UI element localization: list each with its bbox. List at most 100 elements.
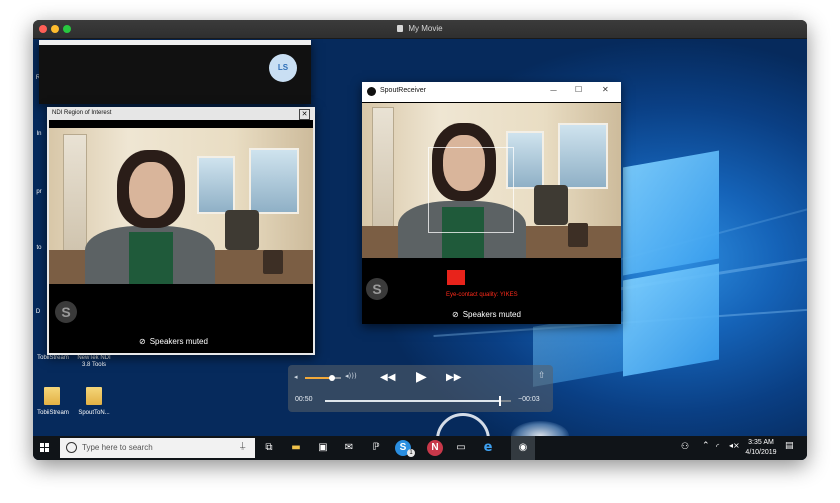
microphone-icon[interactable]: ⍊ bbox=[240, 441, 245, 451]
rewind-button[interactable]: ◀◀ bbox=[380, 372, 395, 383]
progress-bar-fill bbox=[325, 400, 500, 402]
spout-webcam-feed bbox=[362, 103, 621, 258]
windows-desktop: R In pr to D TobiiStream NewTek NDI 3.8 … bbox=[33, 39, 807, 460]
media-player-controls: ◂ ◂))) ◀◀ ▶ ▶▶ ⇧ 00:50 −00:03 bbox=[288, 365, 553, 412]
spout-taskbar-icon[interactable]: ◉ bbox=[511, 436, 535, 460]
mac-window: My Movie R In pr to D TobiiStream NewTek… bbox=[33, 20, 807, 460]
region-of-interest-box bbox=[428, 147, 514, 233]
fast-forward-button[interactable]: ▶▶ bbox=[446, 372, 461, 383]
cam-window bbox=[197, 156, 235, 214]
volume-muted-icon[interactable]: ◂× bbox=[729, 441, 740, 450]
tray-chevron-up-icon[interactable]: ⌃ bbox=[702, 441, 710, 451]
spout-receiver-window: SpoutReceiver — ☐ ✕ Eye-contact quality:… bbox=[362, 82, 621, 324]
pen-app-icon[interactable]: ℙ bbox=[368, 440, 384, 456]
taskbar-search-box[interactable]: Type here to search ⍊ bbox=[60, 438, 255, 458]
windows-logo-pane bbox=[623, 150, 719, 276]
ndi-window-close-button[interactable]: ✕ bbox=[299, 109, 310, 120]
speaker-muted-icon: ⊘ bbox=[452, 310, 459, 319]
spout-minimize-button[interactable]: — bbox=[550, 86, 557, 94]
cam-window bbox=[558, 123, 608, 189]
window-title: My Movie bbox=[33, 20, 807, 38]
folder-icon bbox=[86, 387, 102, 405]
desktop-icon-spouttondi[interactable]: SpoutToN... bbox=[73, 385, 115, 425]
speakers-status-text: Speakers muted bbox=[462, 310, 521, 319]
mac-titlebar: My Movie bbox=[33, 20, 807, 39]
avatar[interactable]: LS bbox=[269, 54, 297, 82]
network-icon[interactable]: ◜ bbox=[716, 442, 719, 451]
start-button[interactable] bbox=[40, 443, 50, 453]
start-icon bbox=[45, 448, 49, 452]
eye-contact-quality-text: Eye-contact quality: YIKES bbox=[446, 292, 518, 298]
ndi-window-titlebar: NDI Region of Interest ✕ bbox=[49, 109, 313, 120]
spout-close-button[interactable]: ✕ bbox=[602, 85, 609, 94]
document-icon bbox=[397, 25, 404, 32]
search-placeholder: Type here to search bbox=[82, 443, 153, 452]
volume-slider[interactable] bbox=[305, 375, 341, 381]
edge-browser-icon[interactable]: e bbox=[480, 440, 496, 456]
remaining-time: −00:03 bbox=[518, 396, 540, 403]
speakers-status-text: Speakers muted bbox=[149, 337, 208, 346]
folder-icon bbox=[44, 387, 60, 405]
desktop-icon-label: D bbox=[35, 309, 41, 315]
progress-scrubber[interactable] bbox=[498, 396, 501, 406]
skype-logo-icon: S bbox=[366, 278, 388, 300]
progress-bar[interactable] bbox=[325, 396, 511, 406]
window-title-text: My Movie bbox=[408, 24, 443, 33]
cam-window bbox=[249, 148, 299, 214]
ndi-taskbar-icon[interactable]: N bbox=[427, 440, 443, 456]
skype-window: LS bbox=[39, 40, 311, 104]
skype-window-titlebar bbox=[39, 40, 311, 45]
task-view-icon[interactable]: ⧉ bbox=[261, 440, 277, 456]
volume-low-icon: ◂ bbox=[294, 373, 298, 381]
cam-chair bbox=[225, 210, 259, 250]
search-icon bbox=[66, 442, 77, 453]
skype-logo-icon: S bbox=[55, 301, 77, 323]
action-center-icon[interactable]: ▤ bbox=[785, 441, 794, 451]
desktop-icon-label: to bbox=[36, 245, 42, 251]
start-icon bbox=[40, 448, 44, 452]
desktop-icon-label: pr bbox=[36, 189, 42, 195]
taskbar: Type here to search ⍊ ⧉ ▬ ▣ ✉ ℙ S 1 N ▭ … bbox=[33, 436, 807, 460]
elapsed-time: 00:50 bbox=[295, 396, 313, 403]
spout-speakers-status: ⊘ Speakers muted bbox=[452, 310, 521, 319]
ndi-webcam-feed bbox=[49, 128, 313, 284]
mail-icon[interactable]: ✉ bbox=[341, 440, 357, 456]
share-icon[interactable]: ⇧ bbox=[538, 371, 546, 381]
clock-time: 3:35 AM bbox=[748, 439, 774, 446]
cam-chair bbox=[534, 185, 568, 225]
store-icon[interactable]: ▣ bbox=[315, 440, 331, 456]
people-icon[interactable]: ⚇ bbox=[681, 442, 689, 452]
cam-shirt bbox=[129, 232, 173, 284]
cam-face bbox=[129, 162, 173, 218]
desktop-icon-label: TobiiStream bbox=[37, 410, 69, 416]
spout-app-icon bbox=[367, 87, 376, 96]
cam-door bbox=[63, 134, 87, 256]
ndi-window-title: NDI Region of Interest bbox=[52, 110, 112, 116]
desktop-icon-label: In bbox=[36, 131, 42, 137]
start-icon bbox=[40, 443, 44, 447]
cam-mug bbox=[568, 223, 588, 247]
ndi-speakers-status: ⊘ Speakers muted bbox=[139, 337, 208, 346]
taskbar-clock[interactable]: 3:35 AM 4/10/2019 bbox=[743, 438, 779, 458]
windows-logo-pane bbox=[623, 263, 719, 377]
volume-slider-fill bbox=[305, 377, 332, 379]
spout-window-title: SpoutReceiver bbox=[380, 87, 426, 94]
desktop-icon-tobiistream-folder[interactable]: TobiiStream bbox=[33, 385, 73, 425]
clock-date: 4/10/2019 bbox=[745, 449, 777, 456]
spout-window-titlebar: SpoutReceiver — ☐ ✕ bbox=[362, 82, 621, 102]
volume-slider-knob[interactable] bbox=[329, 375, 335, 381]
ndi-region-window: NDI Region of Interest ✕ S ⊘ Speakers mut… bbox=[47, 107, 315, 355]
spout-maximize-button[interactable]: ☐ bbox=[575, 85, 582, 94]
speaker-muted-icon: ⊘ bbox=[139, 337, 146, 346]
eye-contact-indicator bbox=[447, 270, 465, 285]
play-button[interactable]: ▶ bbox=[416, 369, 427, 385]
volume-high-icon: ◂))) bbox=[345, 372, 357, 380]
skype-notification-badge: 1 bbox=[407, 449, 415, 457]
desktop-icon-label: TobiiStream bbox=[37, 355, 69, 361]
app-taskbar-icon[interactable]: ▭ bbox=[453, 440, 469, 456]
start-icon bbox=[45, 443, 49, 447]
cam-mug bbox=[263, 250, 283, 274]
desktop-icon-label: NewTek NDI 3.8 Tools bbox=[77, 355, 111, 368]
cam-door bbox=[372, 107, 394, 229]
file-explorer-icon[interactable]: ▬ bbox=[288, 440, 304, 456]
